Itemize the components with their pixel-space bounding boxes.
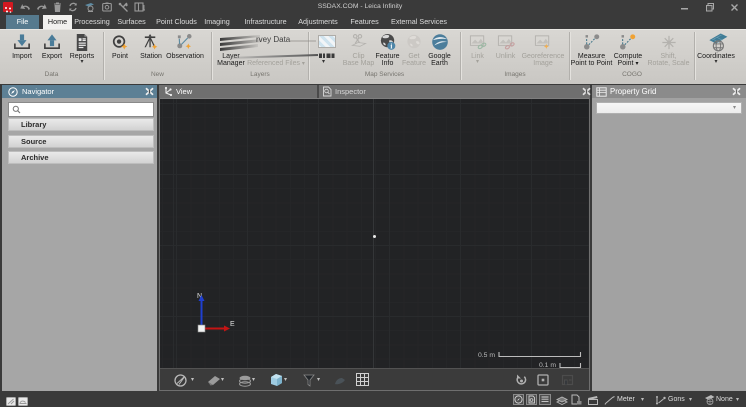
svg-text:i: i [390, 42, 392, 50]
svg-text:E: E [230, 321, 235, 328]
svg-text:rvey Data: rvey Data [256, 35, 291, 44]
